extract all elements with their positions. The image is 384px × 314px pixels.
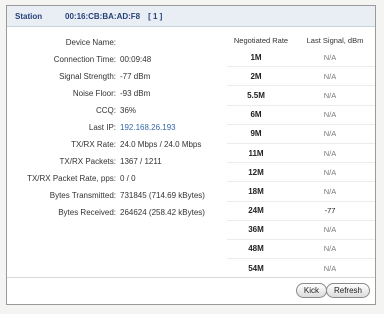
rate-cell: 18M bbox=[248, 186, 264, 196]
info-row-bytes-received: Bytes Received: 264624 (258.42 kBytes) bbox=[7, 204, 227, 221]
info-value: 264624 (258.42 kBytes) bbox=[120, 208, 205, 217]
info-label: Noise Floor: bbox=[72, 89, 116, 98]
rate-cell: 1M bbox=[250, 52, 262, 62]
refresh-button[interactable]: Refresh bbox=[325, 283, 370, 298]
rate-row: 48M N/A bbox=[227, 240, 375, 260]
rate-cell: 54M bbox=[248, 263, 264, 273]
rate-row: 5.5M N/A bbox=[227, 86, 375, 106]
signal-cell: N/A bbox=[323, 129, 337, 139]
rate-row: 6M N/A bbox=[227, 106, 375, 125]
rate-table: Negotiated Rate Last Signal, dBm 1M N/A 2… bbox=[227, 32, 375, 279]
rate-row: 12M N/A bbox=[227, 163, 375, 183]
info-label: Bytes Received: bbox=[58, 208, 116, 217]
info-label: Last IP: bbox=[88, 123, 116, 132]
info-row-ccq: CCQ: 36% bbox=[7, 102, 227, 119]
info-value: -93 dBm bbox=[120, 89, 151, 98]
info-row-bytes-transmitted: Bytes Transmitted: 731845 (714.69 kBytes… bbox=[7, 187, 227, 204]
station-mac: 00:16:CB:BA:AD:F8 bbox=[65, 11, 141, 21]
signal-cell: N/A bbox=[323, 244, 337, 254]
signal-cell: N/A bbox=[323, 52, 337, 62]
info-label: Bytes Transmitted: bbox=[49, 191, 116, 200]
rate-row: 2M N/A bbox=[227, 67, 375, 87]
rate-row: 36M N/A bbox=[227, 221, 375, 240]
signal-cell: N/A bbox=[323, 225, 337, 235]
info-label: Signal Strength: bbox=[59, 72, 116, 81]
info-row-noise-floor: Noise Floor: -93 dBm bbox=[7, 85, 227, 102]
rate-cell: 2M bbox=[250, 71, 262, 81]
rate-cell: 9M bbox=[250, 129, 262, 139]
info-value: 731845 (714.69 kBytes) bbox=[120, 191, 205, 200]
rate-row: 54M N/A bbox=[227, 259, 375, 279]
rate-row: 1M N/A bbox=[227, 48, 375, 68]
station-title-bar: Station 00:16:CB:BA:AD:F8 [ 1 ] bbox=[7, 6, 375, 27]
info-row-device-name: Device Name: bbox=[7, 34, 227, 51]
kick-button[interactable]: Kick bbox=[295, 283, 327, 298]
info-row-signal-strength: Signal Strength: -77 dBm bbox=[7, 68, 227, 85]
rate-cell: 12M bbox=[248, 167, 264, 177]
rate-cell: 36M bbox=[248, 225, 264, 235]
rate-table-header: Negotiated Rate Last Signal, dBm bbox=[227, 32, 375, 48]
station-details: Device Name: Connection Time: 00:09:48 S… bbox=[7, 34, 227, 221]
station-info-panel: Station 00:16:CB:BA:AD:F8 [ 1 ] Device N… bbox=[6, 5, 376, 305]
info-value: 1367 / 1211 bbox=[120, 157, 162, 166]
info-value: 36% bbox=[120, 106, 137, 115]
info-label: TX/RX Packets: bbox=[59, 157, 116, 166]
info-value: 24.0 Mbps / 24.0 Mbps bbox=[120, 140, 202, 149]
rate-cell: 6M bbox=[250, 110, 262, 120]
info-label: Connection Time: bbox=[53, 55, 116, 64]
last-ip-link[interactable]: 192.168.26.193 bbox=[120, 123, 176, 132]
signal-cell: N/A bbox=[323, 110, 337, 120]
info-label: TX/RX Rate: bbox=[71, 140, 116, 149]
rate-row: 9M N/A bbox=[227, 125, 375, 144]
rate-cell: 5.5M bbox=[247, 90, 265, 100]
info-row-last-ip: Last IP: 192.168.26.193 bbox=[7, 119, 227, 136]
info-label: Device Name: bbox=[65, 38, 116, 47]
signal-cell: N/A bbox=[323, 186, 337, 196]
signal-cell: N/A bbox=[323, 167, 337, 177]
info-value: 00:09:48 bbox=[120, 55, 152, 64]
rate-cell: 48M bbox=[248, 244, 264, 254]
info-row-connection-time: Connection Time: 00:09:48 bbox=[7, 51, 227, 68]
station-label: Station bbox=[15, 11, 43, 21]
column-header-rate: Negotiated Rate bbox=[233, 35, 289, 45]
info-label: CCQ: bbox=[96, 106, 116, 115]
rate-cell: 11M bbox=[248, 148, 264, 158]
button-bar: Kick Refresh bbox=[7, 277, 375, 304]
info-label: TX/RX Packet Rate, pps: bbox=[27, 174, 116, 183]
signal-cell: N/A bbox=[323, 263, 337, 273]
rate-row: 11M N/A bbox=[227, 144, 375, 164]
column-header-signal: Last Signal, dBm bbox=[306, 35, 364, 45]
info-row-txrx-packet-rate: TX/RX Packet Rate, pps: 0 / 0 bbox=[7, 170, 227, 187]
info-value: -77 dBm bbox=[120, 72, 151, 81]
rate-row: 18M N/A bbox=[227, 182, 375, 202]
rate-row: 24M -77 bbox=[227, 202, 375, 221]
signal-cell: N/A bbox=[323, 90, 337, 100]
info-row-txrx-rate: TX/RX Rate: 24.0 Mbps / 24.0 Mbps bbox=[7, 136, 227, 153]
info-value: 0 / 0 bbox=[120, 174, 136, 183]
rate-cell: 24M bbox=[248, 206, 264, 216]
info-row-txrx-packets: TX/RX Packets: 1367 / 1211 bbox=[7, 153, 227, 170]
signal-cell: N/A bbox=[323, 148, 337, 158]
signal-cell: N/A bbox=[323, 71, 337, 81]
station-index: [ 1 ] bbox=[148, 11, 163, 21]
signal-cell: -77 bbox=[324, 206, 336, 216]
